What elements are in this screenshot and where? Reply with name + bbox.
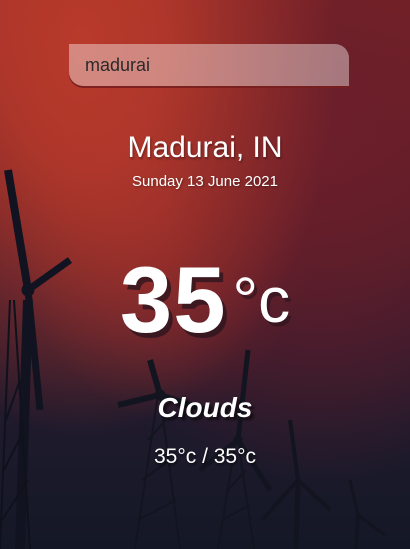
city-search-input[interactable] [69, 44, 349, 86]
current-date: Sunday 13 June 2021 [132, 173, 278, 190]
temperature-display: 35°c [0, 246, 410, 354]
temperature-range: 35°c / 35°c [153, 445, 257, 468]
location-name: Madurai, IN [127, 131, 283, 164]
temperature-unit: °c [232, 264, 291, 336]
temperature-value: 35 [119, 247, 227, 352]
weather-condition: Clouds [157, 392, 253, 423]
search-box[interactable] [69, 44, 349, 88]
